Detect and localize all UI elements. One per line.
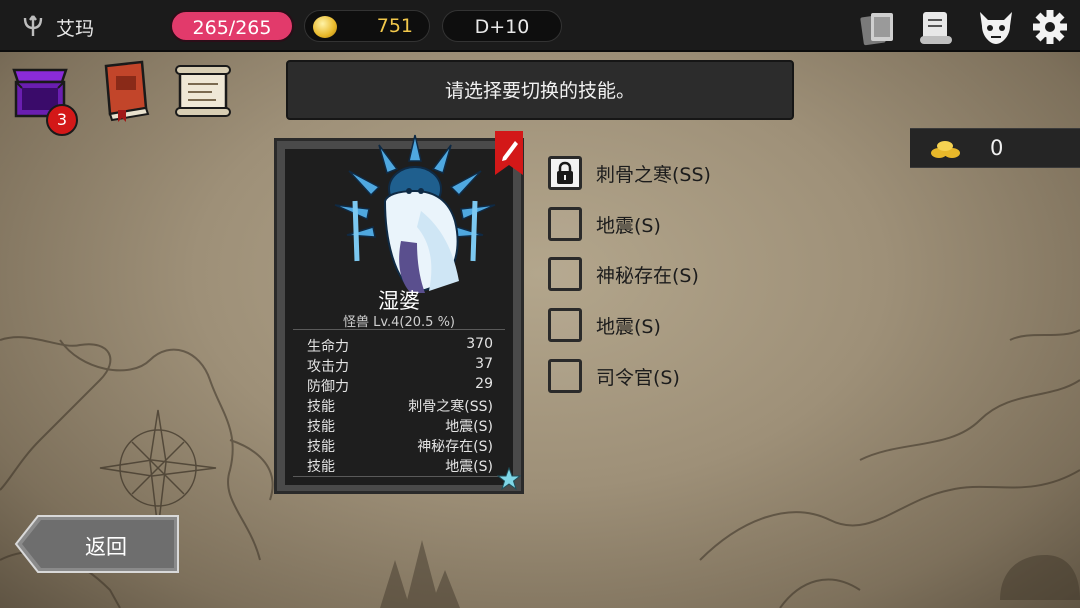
skill-option[interactable]: 神秘存在(S) <box>548 257 768 291</box>
skill-label: 地震(S) <box>596 316 661 338</box>
gold-amount: 751 <box>376 15 413 37</box>
scroll-map-icon[interactable] <box>916 8 956 46</box>
stat-label: 防御力 <box>307 379 349 395</box>
edit-pencil-icon[interactable] <box>495 131 523 175</box>
coin-counter-value: 0 <box>990 136 1004 160</box>
stat-row: 防御力 29 <box>307 376 493 396</box>
stat-value: 370 <box>466 336 493 352</box>
stat-row: 技能 地震(S) <box>307 416 493 436</box>
monster-card-body: 湿婆 怪兽 Lv.4(20.5 %) 生命力 370 攻击力 37 防御力 29… <box>285 134 513 485</box>
monster-level: 怪兽 Lv.4(20.5 %) <box>342 315 456 330</box>
skill-checkbox[interactable] <box>548 359 582 393</box>
monster-portrait <box>334 134 496 293</box>
stat-value: 神秘存在(S) <box>417 439 493 455</box>
skill-checkbox[interactable] <box>548 308 582 342</box>
stat-label: 技能 <box>307 439 335 455</box>
skill-label: 神秘存在(S) <box>596 265 699 287</box>
skill-option[interactable]: 刺骨之寒(SS) <box>548 156 768 190</box>
monster-stats: 生命力 370 攻击力 37 防御力 29 技能 刺骨之寒(SS) 技能 地震(… <box>293 329 505 477</box>
stat-value: 37 <box>475 356 493 372</box>
book-icon[interactable] <box>96 58 154 124</box>
stat-row: 攻击力 37 <box>307 356 493 376</box>
stat-row: 技能 地震(S) <box>307 456 493 476</box>
skill-label: 司令官(S) <box>596 367 680 389</box>
stat-label: 攻击力 <box>307 359 349 375</box>
top-bar: 艾玛 265/265 751 D+10 <box>0 0 1080 52</box>
skill-checkbox[interactable] <box>548 156 582 190</box>
gold-display: 751 <box>304 10 430 42</box>
stat-label: 技能 <box>307 399 335 415</box>
skill-checkbox[interactable] <box>548 257 582 291</box>
stat-label: 技能 <box>307 419 335 435</box>
stat-row: 技能 刺骨之寒(SS) <box>307 396 493 416</box>
lock-icon <box>557 161 573 184</box>
stat-row: 技能 神秘存在(S) <box>307 436 493 456</box>
skill-label: 地震(S) <box>596 215 661 237</box>
gold-coin-icon <box>313 16 337 38</box>
skill-option[interactable]: 司令官(S) <box>548 359 768 393</box>
stat-value: 地震(S) <box>445 419 493 435</box>
stat-value: 29 <box>475 376 493 392</box>
instruction-banner: 请选择要切换的技能。 <box>286 60 794 120</box>
stat-value: 刺骨之寒(SS) <box>408 399 493 415</box>
hp-display: 265/265 <box>170 10 294 42</box>
stat-label: 生命力 <box>307 339 349 355</box>
player-name: 艾玛 <box>56 18 95 40</box>
skill-checkbox[interactable] <box>548 207 582 241</box>
trident-icon <box>23 15 43 36</box>
demon-mask-icon[interactable] <box>976 8 1016 46</box>
scroll-icon[interactable] <box>172 62 234 120</box>
stat-row: 生命力 370 <box>307 336 493 356</box>
skill-option[interactable]: 地震(S) <box>548 207 768 241</box>
day-counter: D+10 <box>442 10 562 42</box>
coin-counter: 0 <box>910 128 1080 168</box>
cards-icon[interactable] <box>858 8 898 46</box>
star-icon <box>497 467 521 491</box>
gear-icon[interactable] <box>1030 8 1070 46</box>
coin-pile-icon <box>931 141 960 158</box>
back-button[interactable]: 返回 <box>14 514 180 574</box>
back-button-label: 返回 <box>85 535 127 559</box>
monster-card: 湿婆 怪兽 Lv.4(20.5 %) 生命力 370 攻击力 37 防御力 29… <box>274 131 524 494</box>
skill-label: 刺骨之寒(SS) <box>596 164 711 186</box>
stat-label: 技能 <box>307 459 335 475</box>
stat-value: 地震(S) <box>445 459 493 475</box>
notification-badge: 3 <box>46 104 78 136</box>
skill-option[interactable]: 地震(S) <box>548 308 768 342</box>
